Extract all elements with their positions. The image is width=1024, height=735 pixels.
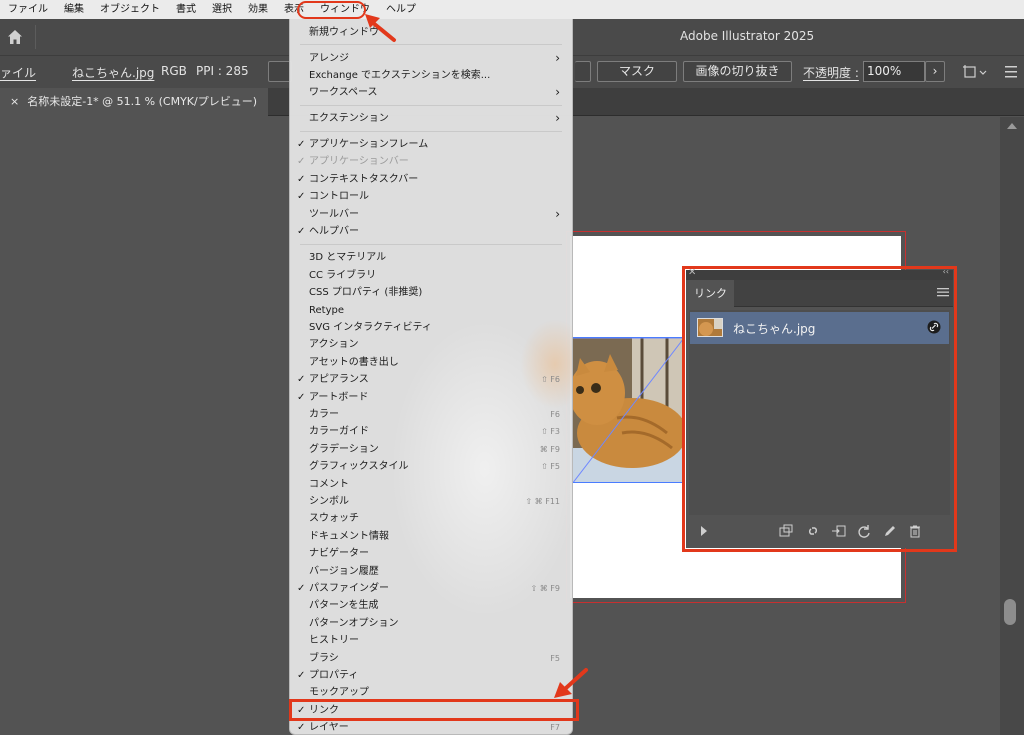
- app-title: Adobe Illustrator 2025: [680, 29, 815, 43]
- embedded-file-label[interactable]: ァイル: [0, 64, 36, 81]
- menu-item-artboards[interactable]: ✓ アートボード: [290, 389, 572, 406]
- menu-item-actions[interactable]: アクション: [290, 336, 572, 353]
- menu-item-css-properties[interactable]: CSS プロパティ (非推奨): [290, 284, 572, 301]
- menu-item-graphic-styles[interactable]: グラフィックスタイル ⇧ F5: [290, 458, 572, 475]
- menu-item-generate-patterns[interactable]: パターンを生成: [290, 597, 572, 614]
- menu-object[interactable]: オブジェクト: [92, 0, 168, 19]
- menu-item-color[interactable]: カラー F6: [290, 406, 572, 423]
- menu-item-layers[interactable]: ✓ レイヤー F7: [290, 719, 572, 734]
- menu-item-pathfinder[interactable]: ✓ パスファインダー ⇧ ⌘ F9: [290, 580, 572, 597]
- menu-item-new-window[interactable]: 新規ウィンドウ: [290, 24, 572, 41]
- menu-item-control[interactable]: ✓ コントロール: [290, 188, 572, 205]
- cat-photo-illustration: [572, 338, 682, 482]
- annotation-arrow-icon: [365, 14, 396, 42]
- panel-menu-icon[interactable]: [1004, 64, 1018, 80]
- links-panel-highlight: [682, 266, 957, 552]
- menu-item-contextual-task-bar[interactable]: ✓ コンテキストタスクバー: [290, 171, 572, 188]
- ppi-value: PPI : 285: [196, 64, 249, 78]
- opacity-input[interactable]: 100%: [863, 61, 925, 82]
- opacity-dropdown-button[interactable]: ›: [925, 61, 945, 82]
- menu-item-3d-materials[interactable]: 3D とマテリアル: [290, 249, 572, 266]
- document-tab-title: 名称未設定-1* @ 51.1 % (CMYK/プレビュー): [27, 95, 258, 108]
- menu-file[interactable]: ファイル: [0, 0, 56, 19]
- menu-item-find-extensions[interactable]: Exchange でエクステンションを検索...: [290, 67, 572, 84]
- menu-item-symbols[interactable]: シンボル ⇧ ⌘ F11: [290, 493, 572, 510]
- close-tab-icon[interactable]: ×: [10, 95, 19, 108]
- color-mode: RGB: [161, 64, 187, 78]
- opacity-label[interactable]: 不透明度 :: [803, 64, 859, 81]
- menu-item-gradient[interactable]: グラデーション ⌘ F9: [290, 441, 572, 458]
- menu-item-application-frame[interactable]: ✓ アプリケーションフレーム: [290, 136, 572, 153]
- menu-item-properties[interactable]: ✓ プロパティ: [290, 667, 572, 684]
- menu-item-extensions[interactable]: エクステンション ›: [290, 110, 572, 127]
- linked-filename[interactable]: ねこちゃん.jpg: [72, 64, 154, 81]
- menu-item-document-info[interactable]: ドキュメント情報: [290, 528, 572, 545]
- window-menu-dropdown: 新規ウィンドウ アレンジ › Exchange でエクステンションを検索... ワ…: [289, 19, 573, 735]
- placed-cat-image[interactable]: [571, 337, 683, 483]
- links-menu-item-highlight: [289, 699, 579, 721]
- crop-image-button[interactable]: 画像の切り抜き: [683, 61, 792, 82]
- document-tab[interactable]: × 名称未設定-1* @ 51.1 % (CMYK/プレビュー): [0, 88, 268, 116]
- menu-item-retype[interactable]: Retype: [290, 302, 572, 319]
- menu-effect[interactable]: 効果: [240, 0, 276, 19]
- menu-item-swatches[interactable]: スウォッチ: [290, 510, 572, 527]
- mask-button[interactable]: マスク: [597, 61, 677, 82]
- menu-separator: [300, 105, 562, 106]
- menu-item-svg-interactivity[interactable]: SVG インタラクティビティ: [290, 319, 572, 336]
- home-icon[interactable]: [6, 28, 24, 46]
- menu-item-appearance[interactable]: ✓ アピアランス ⇧ F6: [290, 371, 572, 388]
- menu-separator: [300, 44, 562, 45]
- menu-item-pattern-options[interactable]: パターンオプション: [290, 615, 572, 632]
- menu-item-workspace[interactable]: ワークスペース ›: [290, 84, 572, 101]
- menu-edit[interactable]: 編集: [56, 0, 92, 19]
- menu-separator: [300, 244, 562, 245]
- menu-item-history[interactable]: ヒストリー: [290, 632, 572, 649]
- menu-type[interactable]: 書式: [168, 0, 204, 19]
- scroll-up-arrow-icon[interactable]: [1007, 123, 1017, 129]
- transform-icon[interactable]: [962, 63, 988, 81]
- appbar-divider: [35, 25, 36, 49]
- annotation-arrow-icon: [554, 668, 588, 698]
- menu-select[interactable]: 選択: [204, 0, 240, 19]
- vertical-scrollbar[interactable]: [1000, 117, 1024, 735]
- window-menu-highlight: [297, 1, 366, 19]
- menu-item-navigator[interactable]: ナビゲーター: [290, 545, 572, 562]
- menu-item-color-guide[interactable]: カラーガイド ⇧ F3: [290, 423, 572, 440]
- menu-separator: [300, 131, 562, 132]
- menu-item-brushes[interactable]: ブラシ F5: [290, 650, 572, 667]
- menu-bar: ファイル 編集 オブジェクト 書式 選択 効果 表示 ウィンドウ ヘルプ: [0, 0, 1024, 19]
- menu-item-comments[interactable]: コメント: [290, 476, 572, 493]
- scrollbar-thumb[interactable]: [1004, 599, 1016, 625]
- menu-item-version-history[interactable]: バージョン履歴: [290, 563, 572, 580]
- menu-item-arrange[interactable]: アレンジ ›: [290, 50, 572, 67]
- menu-item-toolbars[interactable]: ツールバー ›: [290, 206, 572, 223]
- menu-item-cc-libraries[interactable]: CC ライブラリ: [290, 267, 572, 284]
- menu-item-asset-export[interactable]: アセットの書き出し: [290, 354, 572, 371]
- menu-item-help-bar[interactable]: ✓ ヘルプバー: [290, 223, 572, 240]
- menu-item-application-bar: ✓ アプリケーションバー: [297, 156, 409, 167]
- edit-original-button[interactable]: [575, 61, 591, 82]
